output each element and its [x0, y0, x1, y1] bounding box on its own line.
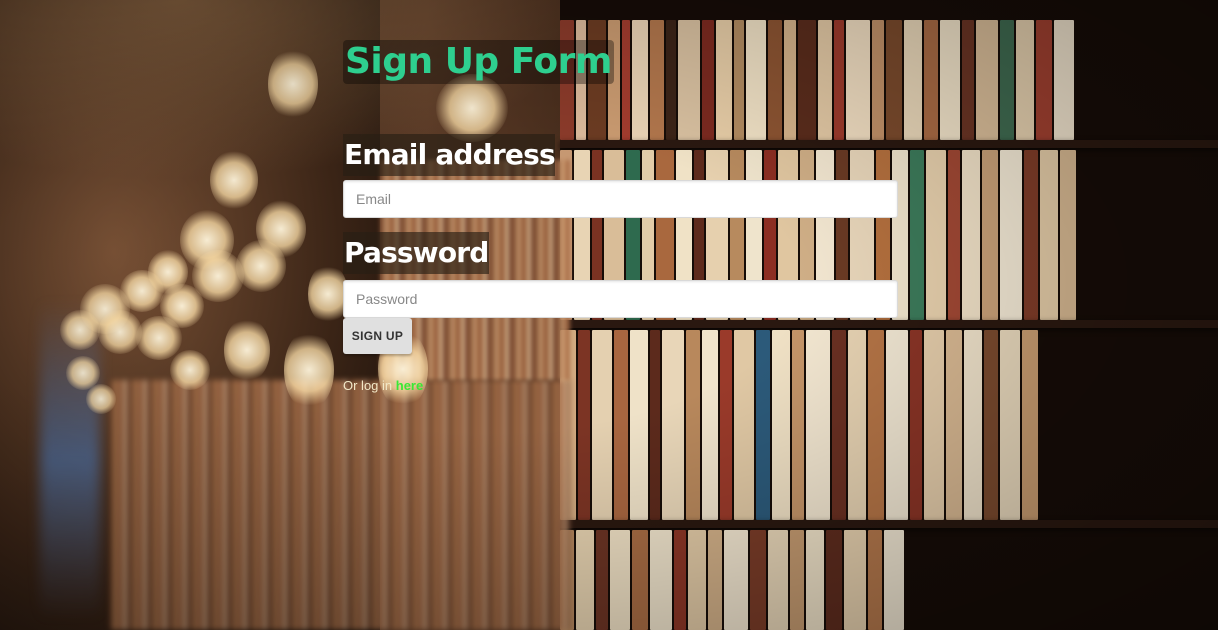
login-link[interactable]: here [396, 378, 423, 393]
password-label: Password [343, 232, 489, 274]
login-prompt: Or log in here [343, 378, 898, 393]
signup-form: Sign Up Form Email address Password SIGN… [343, 40, 898, 393]
login-prefix-text: Or log in [343, 378, 396, 393]
form-title: Sign Up Form [343, 40, 614, 84]
password-input[interactable] [343, 280, 898, 318]
email-label: Email address [343, 134, 556, 176]
email-input[interactable] [343, 180, 898, 218]
sign-up-button[interactable]: SIGN UP [343, 318, 412, 354]
